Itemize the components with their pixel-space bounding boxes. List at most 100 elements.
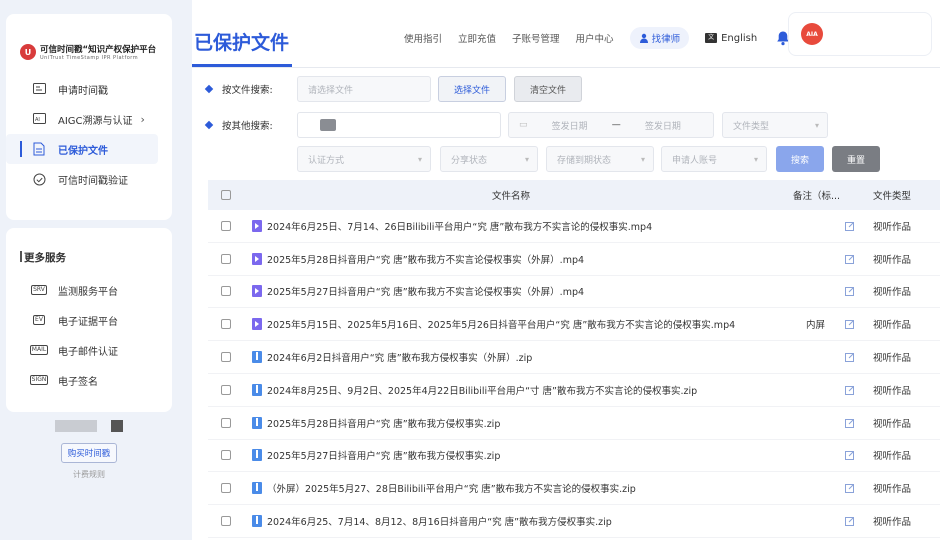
storage-status-select[interactable]: 存储到期状态 ▾ (546, 146, 654, 172)
edit-note-icon[interactable] (845, 352, 855, 363)
row-checkbox[interactable] (221, 483, 231, 494)
table-row[interactable]: 2024年6月25日、7月14、26日Bilibili平台用户“究 唐”散布我方… (208, 210, 940, 243)
sidebar-item-apply-timestamp[interactable]: 申请时间戳 (6, 74, 158, 104)
sidebar-item-mail[interactable]: MAIL 电子邮件认证 (6, 335, 158, 365)
edit-note-icon[interactable] (845, 319, 855, 330)
sidebar-item-label: 电子邮件认证 (58, 346, 118, 358)
file-name-cell[interactable]: 2025年5月27日抖音用户“究 唐”散布我方不实言论侵权事实（外屏）.mp4 (231, 284, 791, 298)
row-checkbox[interactable] (221, 384, 231, 395)
edit-note-icon[interactable] (845, 516, 855, 527)
note-cell (791, 483, 863, 494)
edit-note-icon[interactable] (845, 483, 855, 494)
sidebar-item-monitor[interactable]: SRV 监测服务平台 (6, 275, 158, 305)
file-type-cell: 视听作品 (873, 221, 912, 233)
file-name-text: 2024年8月25日、9月2日、2025年4月22日Bilibili平台用户“寸… (267, 385, 698, 397)
sidebar-item-signature[interactable]: SIGN 电子签名 (6, 365, 158, 395)
find-lawyer-button[interactable]: 找律师 (629, 27, 690, 49)
edit-note-icon[interactable] (845, 221, 855, 231)
auth-method-select[interactable]: 认证方式 ▾ (297, 146, 431, 172)
file-name-text: 2024年6月25、7月14、8月12、8月16日抖音用户“究 唐”散布我方侵权… (267, 517, 612, 529)
clear-file-button[interactable]: 清空文件 (514, 76, 582, 102)
file-name-cell[interactable]: （外屏）2025年5月27、28日Bilibili平台用户“究 唐”散布我方不实… (231, 481, 791, 495)
file-type-select[interactable]: 文件类型 ▾ (722, 112, 828, 138)
sidebar-item-label: 电子签名 (58, 376, 98, 388)
blurred-balance (55, 420, 98, 432)
pricing-link[interactable]: 计费规则 (6, 469, 172, 480)
diamond-bullet-icon (204, 84, 214, 94)
row-checkbox[interactable] (221, 352, 231, 363)
row-checkbox[interactable] (221, 319, 231, 330)
chevron-down-icon: ▾ (417, 154, 422, 164)
share-status-select[interactable]: 分享状态 ▾ (440, 146, 538, 172)
row-checkbox[interactable] (221, 220, 231, 231)
row-checkbox[interactable] (221, 450, 231, 461)
edit-note-icon[interactable] (845, 286, 855, 297)
column-file-type[interactable]: 文件类型 (863, 188, 923, 202)
file-type-cell: 视听作品 (873, 418, 912, 430)
file-name-cell[interactable]: 2024年6月2日抖音用户“究 唐”散布我方侵权事实（外屏）.zip (231, 350, 791, 364)
sidebar-item-aigc[interactable]: AI AIGC溯源与认证 › (6, 104, 158, 134)
table-row[interactable]: （外屏）2025年5月27、28日Bilibili平台用户“究 唐”散布我方不实… (208, 472, 940, 506)
table-row[interactable]: 2024年8月25日、9月2日、2025年4月22日Bilibili平台用户“寸… (208, 374, 940, 407)
chevron-down-icon: ▾ (814, 120, 819, 130)
table-row[interactable]: 2024年6月25、7月14、8月12、8月16日抖音用户“究 唐”散布我方侵权… (208, 505, 940, 538)
link-subaccount[interactable]: 子账号管理 (512, 31, 560, 45)
file-name-cell[interactable]: 2025年5月28日抖音用户“究 唐”散布我方不实言论侵权事实（外屏）.mp4 (231, 252, 791, 266)
language-switch[interactable]: 文 English (705, 33, 757, 44)
top-header: 已保护文件 使用指引 立即充值 子账号管理 用户中心 找律师 文 English… (192, 0, 940, 68)
reset-button[interactable]: 重置 (832, 146, 880, 172)
buy-timestamp-button[interactable]: 购买时间戳 (60, 443, 118, 463)
table-row[interactable]: 2025年5月28日抖音用户“究 唐”散布我方不实言论侵权事实（外屏）.mp4 视… (208, 243, 940, 276)
column-file-name[interactable]: 文件名称 (231, 188, 791, 202)
link-recharge[interactable]: 立即充值 (458, 31, 496, 45)
link-user-center[interactable]: 用户中心 (576, 31, 614, 45)
table-row[interactable]: 2025年5月27日抖音用户“究 唐”散布我方不实言论侵权事实（外屏）.mp4 视… (208, 276, 940, 309)
note-text: 内屏 (805, 320, 825, 332)
row-checkbox[interactable] (221, 286, 231, 297)
table-row[interactable]: 2025年5月27日抖音用户“究 唐”散布我方侵权事实.zip 视听作品 (208, 440, 940, 473)
document-icon (32, 142, 46, 156)
chevron-down-icon: ▾ (753, 154, 758, 164)
edit-note-icon[interactable] (845, 254, 855, 264)
file-name-text: 2025年5月28日抖音用户“究 唐”散布我方不实言论侵权事实（外屏）.mp4 (267, 254, 585, 266)
edit-note-icon[interactable] (845, 385, 855, 395)
keyword-input[interactable] (297, 112, 501, 138)
sidebar-item-evidence[interactable]: EV 电子证据平台 (6, 305, 158, 335)
column-note[interactable]: 备注（标... (791, 188, 863, 202)
user-profile-card[interactable]: AIA (788, 12, 932, 56)
table-body: 2024年6月25日、7月14、26日Bilibili平台用户“究 唐”散布我方… (208, 210, 940, 538)
choose-file-button[interactable]: 选择文件 (438, 76, 506, 102)
sidebar-item-protected-files[interactable]: 已保护文件 (6, 134, 158, 164)
file-search-label: 按文件搜索: (204, 82, 273, 96)
platform-logo[interactable]: U 可信时间戳“知识产权保护平台 UniTrust TimeStamp IPR … (6, 14, 172, 70)
file-select-input[interactable]: 请选择文件 (297, 76, 431, 102)
edit-note-icon[interactable] (845, 450, 855, 461)
table-row[interactable]: 2024年6月2日抖音用户“究 唐”散布我方侵权事实（外屏）.zip 视听作品 (208, 341, 940, 374)
sidebar-item-verify[interactable]: 可信时间戳验证 (6, 164, 158, 194)
file-name-cell[interactable]: 2024年8月25日、9月2日、2025年4月22日Bilibili平台用户“寸… (231, 383, 791, 397)
file-name-cell[interactable]: 2024年6月25日、7月14、26日Bilibili平台用户“究 唐”散布我方… (231, 219, 791, 233)
chat-bubble-icon (320, 119, 336, 131)
chevron-down-icon: ▾ (640, 154, 645, 164)
search-button[interactable]: 搜索 (776, 146, 824, 172)
svg-text:AI: AI (35, 117, 40, 123)
file-name-text: 2024年6月25日、7月14、26日Bilibili平台用户“究 唐”散布我方… (267, 221, 653, 233)
row-checkbox[interactable] (221, 516, 231, 527)
table-row[interactable]: 2025年5月15日、2025年5月16日、2025年5月26日抖音平台用户“究… (208, 308, 940, 342)
select-all-checkbox[interactable] (221, 190, 231, 200)
table-row[interactable]: 2025年5月28日抖音用户“究 唐”散布我方侵权事实.zip 视听作品 (208, 407, 940, 440)
file-name-cell[interactable]: 2025年5月28日抖音用户“究 唐”散布我方侵权事实.zip (231, 416, 791, 430)
file-name-cell[interactable]: 2025年5月15日、2025年5月16日、2025年5月26日抖音平台用户“究… (231, 317, 791, 331)
date-range-picker[interactable]: ▭ 签发日期 — 签发日期 (508, 112, 714, 138)
edit-note-icon[interactable] (845, 418, 855, 428)
clock-window-icon (32, 82, 46, 96)
sidebar-item-label: 可信时间戳验证 (58, 175, 128, 187)
applicant-select[interactable]: 申请人账号 ▾ (661, 146, 767, 172)
link-guide[interactable]: 使用指引 (404, 31, 442, 45)
row-checkbox[interactable] (221, 253, 231, 264)
sidebar-item-label: 电子证据平台 (58, 316, 118, 328)
file-name-cell[interactable]: 2024年6月25、7月14、8月12、8月16日抖音用户“究 唐”散布我方侵权… (231, 514, 791, 528)
file-name-cell[interactable]: 2025年5月27日抖音用户“究 唐”散布我方侵权事实.zip (231, 448, 791, 462)
row-checkbox[interactable] (221, 417, 231, 428)
sidebar-item-label: 申请时间戳 (58, 85, 108, 97)
